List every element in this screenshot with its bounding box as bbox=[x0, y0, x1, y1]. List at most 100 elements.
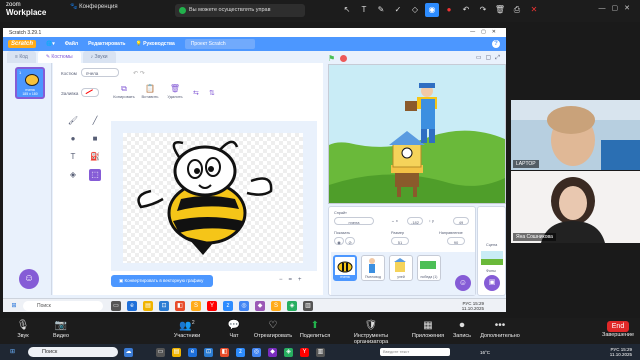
yandex-icon[interactable]: Y bbox=[300, 348, 309, 357]
app-icon-2[interactable]: ◈ bbox=[287, 301, 297, 311]
paste-button[interactable]: 📋 Вставить bbox=[137, 85, 163, 100]
react-button[interactable]: ♡ Отреагировать bbox=[252, 321, 294, 340]
zoom-app-icon[interactable]: z bbox=[236, 348, 245, 357]
app-icon-3[interactable]: ▥ bbox=[316, 348, 325, 357]
participants-button[interactable]: 👥2 Участники bbox=[166, 321, 208, 340]
stage-panel[interactable]: Сцена Фоны 2 ▣ bbox=[477, 206, 506, 296]
eraser-icon[interactable]: ◇ bbox=[408, 3, 422, 17]
participant-video-2[interactable]: Яна Сошникова bbox=[511, 171, 640, 243]
copy-button[interactable]: ⧉ Копировать bbox=[111, 85, 137, 100]
more-button[interactable]: ••• Дополнительно bbox=[478, 321, 522, 340]
canvas-zoom-controls[interactable]: −=+ bbox=[279, 277, 308, 283]
windows-start-icon[interactable]: ⊞ bbox=[8, 348, 17, 357]
stage[interactable] bbox=[328, 64, 506, 204]
help-icon[interactable]: ? bbox=[492, 40, 500, 48]
windows-start-icon[interactable]: ⊞ bbox=[9, 301, 19, 311]
rectangle-icon[interactable]: ■ bbox=[89, 133, 101, 145]
scratch-app-icon[interactable]: S bbox=[191, 301, 201, 311]
taskbar-text-input[interactable]: Введите текст bbox=[380, 348, 450, 356]
explorer-icon[interactable]: ▤ bbox=[172, 348, 181, 357]
select-icon[interactable]: ↖ bbox=[340, 3, 354, 17]
widget-icon[interactable]: ☁ bbox=[124, 348, 133, 357]
weather-widget[interactable]: 16°C bbox=[470, 348, 500, 357]
app-icon[interactable]: ◆ bbox=[255, 301, 265, 311]
menu-file[interactable]: Файл bbox=[65, 41, 78, 47]
text-icon[interactable]: T bbox=[67, 151, 79, 163]
project-title-input[interactable]: Проект Scratch bbox=[184, 39, 255, 49]
undo-icon[interactable]: ↶ ↷ bbox=[133, 70, 145, 77]
store-icon[interactable]: ⊡ bbox=[204, 348, 213, 357]
fill-icon[interactable]: ⛽ bbox=[89, 151, 101, 163]
conference-tab[interactable]: 🐾 Конференция bbox=[70, 4, 118, 10]
app-icon-3[interactable]: ▥ bbox=[303, 301, 313, 311]
record-button[interactable]: ⏺ Запись bbox=[450, 321, 474, 340]
host-tools-button[interactable]: 🛡 Инструменты организатора bbox=[336, 321, 406, 346]
share-button[interactable]: ⬆ Поделиться bbox=[298, 321, 332, 340]
participant-video-1[interactable]: LAPTOP bbox=[511, 100, 640, 170]
tab-code[interactable]: ≡ Код bbox=[7, 51, 36, 63]
edge-icon[interactable]: e bbox=[188, 348, 197, 357]
y-field[interactable]: 49 bbox=[453, 217, 469, 225]
undo-icon[interactable]: ↶ bbox=[459, 3, 473, 17]
apps-button[interactable]: ▦ Приложения bbox=[410, 321, 446, 340]
zoom-out-icon[interactable]: − bbox=[279, 277, 289, 283]
tab-costumes[interactable]: ✎ Костюмы bbox=[37, 51, 81, 63]
zoom-reset-icon[interactable]: = bbox=[289, 277, 299, 283]
redo-icon[interactable]: ↷ bbox=[476, 3, 490, 17]
costume-name-field[interactable]: пчела bbox=[81, 68, 119, 77]
task-view-icon[interactable]: ▭ bbox=[156, 348, 165, 357]
zoom-in-icon[interactable]: + bbox=[298, 277, 308, 283]
flip-vertical-icon[interactable]: ⇅ bbox=[209, 89, 215, 97]
zoom-app-icon[interactable]: z bbox=[223, 301, 233, 311]
audio-button[interactable]: 🎙 Звук bbox=[8, 321, 38, 340]
scratch-app-icon-2[interactable]: S bbox=[271, 301, 281, 311]
check-icon[interactable]: ✓ bbox=[391, 3, 405, 17]
trash-icon[interactable]: 🗑 bbox=[493, 3, 507, 17]
text-icon[interactable]: T bbox=[357, 3, 371, 17]
sprite-tile-beekeeper[interactable]: Пчеловод bbox=[361, 255, 385, 281]
chat-button[interactable]: 💬 Чат bbox=[222, 321, 246, 340]
sprite-tile-bee[interactable]: пчела bbox=[333, 255, 357, 281]
save-icon[interactable]: ⎙ bbox=[510, 3, 524, 17]
direction-field[interactable]: 90 bbox=[447, 237, 465, 245]
menu-edit[interactable]: Редактировать bbox=[88, 41, 125, 47]
x-field[interactable]: -182 bbox=[407, 217, 423, 225]
fill-color-picker[interactable] bbox=[81, 88, 99, 97]
select-icon[interactable]: ⬚ bbox=[89, 169, 101, 181]
scratch-logo[interactable]: Scratch bbox=[8, 40, 37, 48]
circle-icon[interactable]: ● bbox=[67, 133, 79, 145]
paint-canvas[interactable] bbox=[123, 133, 303, 263]
video-button[interactable]: 📷 Видео bbox=[46, 321, 76, 340]
share-banner[interactable]: Вы можете осуществлять управ bbox=[175, 4, 305, 17]
add-costume-button[interactable]: ☺ bbox=[19, 269, 39, 289]
scratch-window-controls[interactable]: —▢✕ bbox=[470, 29, 502, 35]
app-icon[interactable]: ◆ bbox=[268, 348, 277, 357]
taskbar-tray-clock[interactable]: РУС 15:29 11.10.2025 bbox=[610, 347, 632, 357]
brush-icon[interactable]: 🖌 bbox=[67, 115, 79, 127]
green-flag-icon[interactable]: ⚑ bbox=[328, 54, 335, 63]
flip-horizontal-icon[interactable]: ⇆ bbox=[193, 89, 199, 97]
app-icon-2[interactable]: ◈ bbox=[284, 348, 293, 357]
office-icon[interactable]: ◧ bbox=[175, 301, 185, 311]
taskbar-search-box[interactable]: Поиск bbox=[28, 347, 118, 357]
task-view-icon[interactable]: ▭ bbox=[111, 301, 121, 311]
stop-icon[interactable] bbox=[340, 55, 347, 62]
spotlight-icon[interactable]: ◉ bbox=[425, 3, 439, 17]
costume-item[interactable]: 1 пчела 185 x 180 bbox=[15, 67, 45, 99]
hide-eye-icon[interactable]: ⊘ bbox=[345, 237, 355, 245]
office-icon[interactable]: ◧ bbox=[220, 348, 229, 357]
yandex-icon[interactable]: Y bbox=[207, 301, 217, 311]
add-sprite-button[interactable]: ☺ bbox=[455, 275, 471, 291]
stage-size-controls[interactable]: ▭▢⤢ bbox=[476, 54, 504, 62]
window-controls[interactable]: —▢✕ bbox=[599, 4, 636, 12]
size-field[interactable]: 51 bbox=[391, 237, 409, 245]
sprite-name-field[interactable]: пчела bbox=[334, 217, 374, 225]
shared-search-box[interactable]: Поиск bbox=[23, 301, 103, 311]
convert-to-vector-button[interactable]: ▣ Конвертировать в векторную графику bbox=[111, 275, 213, 287]
show-eye-icon[interactable]: ◉ bbox=[334, 237, 344, 245]
chrome-icon[interactable]: ◎ bbox=[239, 301, 249, 311]
eraser-icon[interactable]: ◈ bbox=[67, 169, 79, 181]
chrome-icon[interactable]: ◎ bbox=[252, 348, 261, 357]
menu-tutorials[interactable]: 💡 Руководства bbox=[135, 41, 174, 47]
explorer-icon[interactable]: ▤ bbox=[143, 301, 153, 311]
